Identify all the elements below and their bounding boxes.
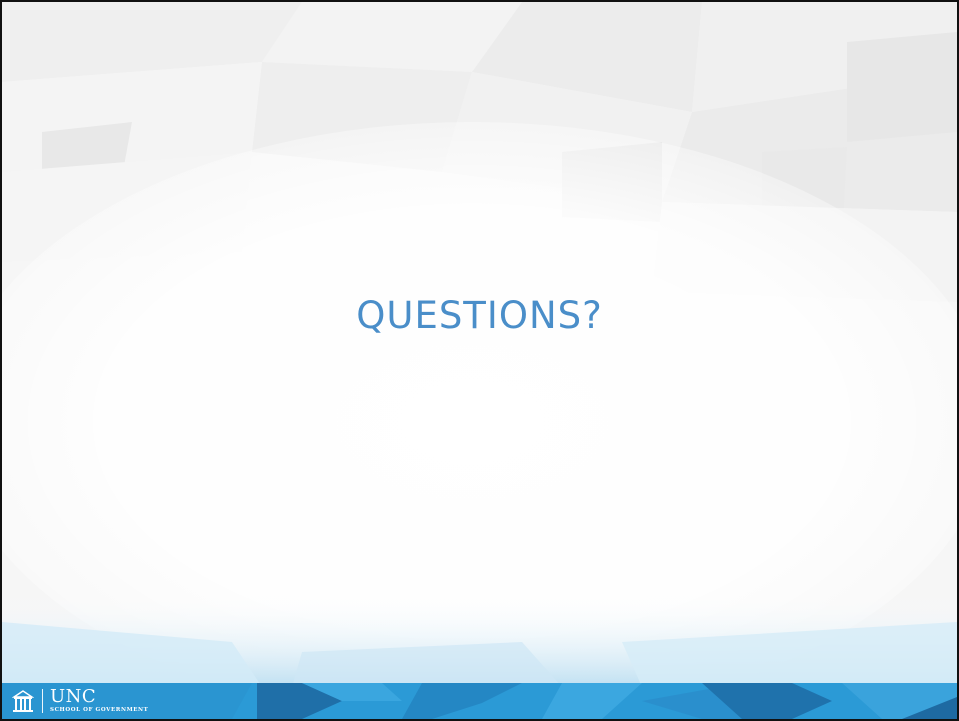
logo-main-text: UNC (50, 686, 97, 708)
slide: QUESTIONS? UNC SCHOOL OF GOVERNMENT (0, 0, 959, 721)
logo-text: UNC SCHOOL OF GOVERNMENT (50, 688, 148, 714)
logo-divider (42, 689, 43, 713)
logo-sub-text: SCHOOL OF GOVERNMENT (50, 707, 149, 714)
old-well-icon (12, 690, 34, 712)
unc-logo: UNC SCHOOL OF GOVERNMENT (12, 685, 148, 717)
background-pattern (2, 2, 957, 719)
slide-title: QUESTIONS? (356, 294, 603, 337)
